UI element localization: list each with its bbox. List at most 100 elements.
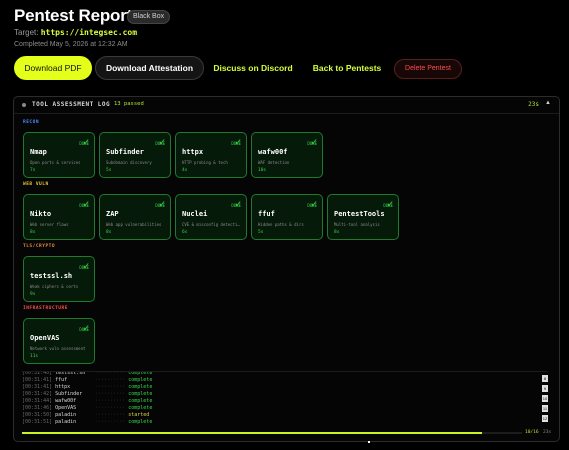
tool-card[interactable]: ✓ DONE wafw00f WAF detection 10s [251, 132, 323, 178]
log-panel-header[interactable]: TOOL ASSESSMENT LOG 13 passed 23s ▲ [14, 97, 559, 114]
tool-card[interactable]: ✓ DONE ffuf Hidden paths & dirs 5s [251, 194, 323, 240]
tool-description: HTTP probing & tech [182, 160, 228, 165]
page-title: Pentest Report [14, 6, 133, 25]
tool-name: Nmap [30, 148, 47, 156]
target-url[interactable]: https://integsec.com [41, 28, 137, 37]
log-timestamp: [00:31:44] [22, 398, 53, 404]
tool-card[interactable]: ✓ DONE testssl.sh Weak ciphers & certs 9s [23, 256, 95, 302]
section-label: RECON [23, 120, 40, 125]
tool-status: DONE [79, 327, 89, 332]
cursor-dot [368, 441, 370, 443]
tool-name: Nikto [30, 210, 52, 218]
tool-card[interactable]: ✓ DONE Nmap Open ports & services 7s [23, 132, 95, 178]
tool-duration: 11s [30, 354, 39, 359]
log-line: [00:31:41] httpx ·········· complete [22, 384, 153, 390]
back-to-pentests-link[interactable]: Back to Pentests [308, 56, 386, 80]
tool-card[interactable]: ✓ DONE ZAP Web app vulnerabilities 8s [99, 194, 171, 240]
tool-assessment-log-panel: TOOL ASSESSMENT LOG 13 passed 23s ▲ RECO… [13, 96, 560, 442]
log-timestamp: [00:31:46] [22, 405, 53, 411]
tool-status: DONE [155, 141, 165, 146]
tool-card[interactable]: ✓ DONE PentestTools Multi-tool analysis 8s [327, 194, 399, 240]
log-tool: Subfinder [55, 391, 83, 397]
target-label: Target: [14, 28, 39, 37]
tool-name: Subfinder [106, 148, 144, 156]
progress-bar [22, 432, 522, 434]
tool-description: Hidden paths & dirs [258, 222, 304, 227]
tool-status: DONE [307, 141, 317, 146]
discuss-discord-link[interactable]: Discuss on Discord [211, 56, 295, 80]
log-timestamp: [00:31:50] [22, 412, 53, 418]
log-timestamp: [00:31:51] [22, 419, 53, 425]
tool-description: Multi-tool analysis [334, 222, 380, 227]
log-line: [00:31:44] wafw00f ·········· complete [22, 398, 153, 404]
scope-badge: Black Box [127, 10, 171, 24]
log-status: complete [128, 405, 153, 411]
log-line: [00:31:42] Subfinder ·········· complete [22, 391, 153, 397]
tool-status: DONE [307, 203, 317, 208]
log-scrollbar[interactable]: 8 9 10 11 12 [541, 375, 551, 425]
scroll-marker[interactable]: 10 [542, 395, 548, 402]
section-label: TLS/CRYPTO [23, 244, 56, 249]
log-line: [00:31:40] testssl.sh ·········· complete [22, 371, 153, 376]
tool-card[interactable]: ✓ DONE Nikto Web server flaws 8s [23, 194, 95, 240]
log-line: [00:31:51] paladin ·········· complete [22, 419, 153, 425]
tool-name: httpx [182, 148, 204, 156]
log-tool: OpenVAS [55, 405, 77, 411]
log-line: [00:31:41] ffuf ·········· complete [22, 377, 153, 383]
tool-duration: 8s [106, 230, 112, 235]
tool-duration: 8s [30, 230, 36, 235]
tool-duration: 5s [106, 168, 112, 173]
log-status: complete [128, 384, 153, 390]
tool-description: Network vuln assessment [30, 346, 86, 351]
collapse-chevron-icon[interactable]: ▲ [545, 100, 551, 106]
scroll-marker[interactable]: 12 [542, 415, 548, 422]
tool-status: DONE [79, 203, 89, 208]
scroll-marker[interactable]: 8 [542, 375, 548, 382]
scroll-marker[interactable]: 11 [542, 405, 548, 412]
tool-name: ffuf [258, 210, 275, 218]
tool-status: DONE [79, 265, 89, 270]
status-dot-icon [22, 103, 26, 107]
log-status: complete [128, 377, 153, 383]
delete-pentest-button[interactable]: Delete Pentest [394, 59, 462, 79]
tool-status: DONE [155, 203, 165, 208]
tool-card[interactable]: ✓ DONE httpx HTTP probing & tech 4s [175, 132, 247, 178]
tool-card[interactable]: ✓ DONE OpenVAS Network vuln assessment 11s [23, 318, 95, 364]
progress-count: 10/16 [525, 430, 539, 435]
log-tool: paladin [55, 412, 77, 418]
passed-count: 13 passed [114, 101, 144, 107]
tool-description: Web app vulnerabilities [106, 222, 162, 227]
tool-name: wafw00f [258, 148, 288, 156]
tool-duration: 7s [30, 168, 36, 173]
log-tool: wafw00f [55, 398, 77, 404]
tool-card[interactable]: ✓ DONE Subfinder Subdomain discovery 5s [99, 132, 171, 178]
log-timestamp: [00:31:42] [22, 391, 53, 397]
tool-status: DONE [79, 141, 89, 146]
log-tool: paladin [55, 419, 77, 425]
log-status: complete [128, 371, 153, 376]
log-tool: httpx [55, 384, 71, 390]
tool-card[interactable]: ✓ DONE Nuclei CVE & misconfig detecti… 6s [175, 194, 247, 240]
tool-name: OpenVAS [30, 334, 60, 342]
progress-time: 23s [543, 430, 552, 435]
download-attestation-button[interactable]: Download Attestation [95, 56, 204, 80]
elapsed-time: 23s [528, 101, 539, 108]
scroll-marker[interactable]: 9 [542, 385, 548, 392]
terminal-log[interactable]: [00:31:40] testssl.sh ·········· complete… [22, 371, 547, 430]
tool-description: Subdomain discovery [106, 160, 152, 165]
tool-name: PentestTools [334, 210, 385, 218]
tool-status: DONE [383, 203, 393, 208]
download-pdf-button[interactable]: Download PDF [14, 56, 92, 80]
tool-duration: 10s [258, 168, 267, 173]
progress-bar-fill [22, 432, 482, 434]
tool-name: ZAP [106, 210, 119, 218]
section-label: INFRASTRUCTURE [23, 306, 68, 311]
tool-description: CVE & misconfig detecti… [182, 222, 240, 227]
log-timestamp: [00:31:41] [22, 384, 53, 390]
log-status: started [128, 412, 150, 418]
tool-duration: 4s [182, 168, 188, 173]
log-timestamp: [00:31:40] [22, 371, 53, 376]
tool-duration: 6s [182, 230, 188, 235]
tool-description: Weak ciphers & certs [30, 284, 79, 289]
tool-name: testssl.sh [30, 272, 73, 280]
